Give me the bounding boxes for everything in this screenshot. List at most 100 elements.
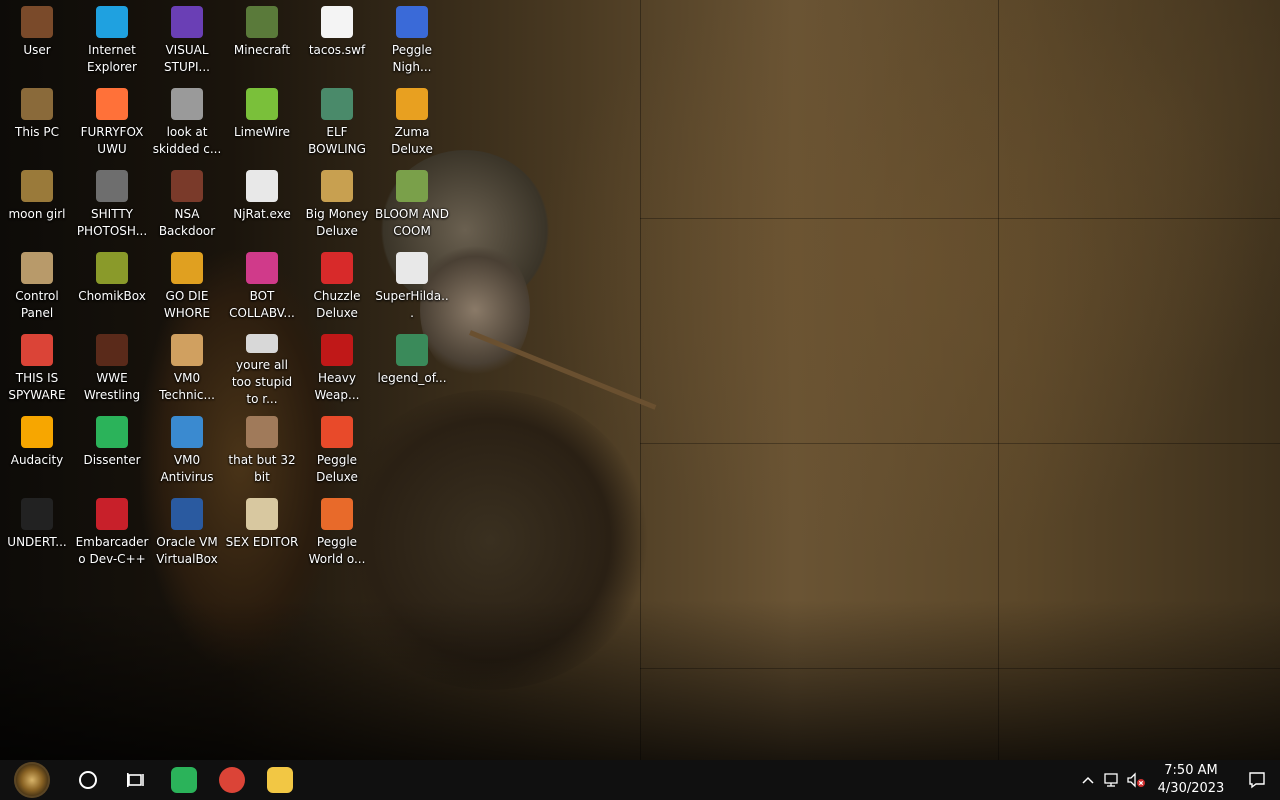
show-hidden-icons-button[interactable] [1076, 760, 1100, 800]
chuzzle-icon [321, 252, 353, 284]
search-circle-icon [79, 771, 97, 789]
shield-icon [171, 416, 203, 448]
network-icon [1104, 773, 1118, 787]
desktop-icon-label: Audacity [10, 453, 64, 467]
desktop-icon[interactable]: Peggle Deluxe [300, 410, 374, 490]
action-center-button[interactable] [1234, 760, 1280, 800]
desktop-icon[interactable]: Internet Explorer [75, 0, 149, 80]
desktop-icon-label: Peggle Deluxe [316, 453, 358, 484]
desktop-icon[interactable]: BOT COLLABV... [225, 246, 299, 326]
desktop-icon[interactable]: NjRat.exe [225, 164, 299, 244]
desktop-icon-label: Chuzzle Deluxe [313, 289, 361, 320]
money-bag-icon [321, 170, 353, 202]
search-button[interactable] [64, 760, 112, 800]
desktop-icon[interactable]: Zuma Deluxe [375, 82, 449, 162]
desktop-icon-label: BLOOM AND COOM [375, 207, 449, 238]
desktop-icon[interactable]: VM0 Antivirus [150, 410, 224, 490]
peggle-icon [321, 416, 353, 448]
taskbar-pin-dissenter[interactable] [160, 760, 208, 800]
desktop-icon[interactable]: legend_of... [375, 328, 449, 408]
desktop-icon[interactable]: Embarcadero Dev-C++ [75, 492, 149, 572]
peggle-world-icon [321, 498, 353, 530]
desktop-icon-label: Heavy Weap... [314, 371, 360, 402]
virtualbox-icon [171, 498, 203, 530]
clock-time: 7:50 AM [1164, 763, 1218, 778]
task-view-icon [127, 773, 144, 787]
painting-icon [246, 416, 278, 448]
desktop-icon-label: Control Panel [15, 289, 59, 320]
desktop-icon[interactable]: Audacity [0, 410, 74, 490]
desktop-icon[interactable]: Oracle VM VirtualBox [150, 492, 224, 572]
volume-button[interactable] [1124, 760, 1148, 800]
desktop-icon[interactable]: VISUAL STUPI... [150, 0, 224, 80]
start-button[interactable] [0, 760, 64, 800]
desktop-icon[interactable]: that but 32 bit [225, 410, 299, 490]
portrait-icon [246, 334, 278, 353]
desktop-icon-label: User [23, 43, 51, 57]
desktop-icon[interactable]: Chuzzle Deluxe [300, 246, 374, 326]
bloom-icon [396, 170, 428, 202]
desktop-icon[interactable]: youre all too stupid to r... [225, 328, 299, 408]
desktop-icon-label: that but 32 bit [228, 453, 296, 484]
desktop-icon-label: Embarcadero Dev-C++ [75, 535, 149, 566]
desktop-icon-label: ChomikBox [78, 289, 146, 303]
taskbar-pin-chrome[interactable] [208, 760, 256, 800]
desktop-icon[interactable]: SHITTY PHOTOSH... [75, 164, 149, 244]
desktop-icon-label: Zuma Deluxe [391, 125, 433, 156]
taskbar-pin-file-explorer[interactable] [256, 760, 304, 800]
desktop-icon[interactable]: This PC [0, 82, 74, 162]
desktop-icon-label: VM0 Technic... [159, 371, 215, 402]
desktop-icon[interactable]: Peggle World o... [300, 492, 374, 572]
desktop-icon[interactable]: Peggle Nigh... [375, 0, 449, 80]
desktop-icon[interactable]: User [0, 0, 74, 80]
elf-bowling-icon [321, 88, 353, 120]
control-panel-icon [21, 252, 53, 284]
desktop-icon[interactable]: Minecraft [225, 0, 299, 80]
desktop-icon-label: NjRat.exe [233, 207, 291, 221]
dissenter-icon [171, 767, 197, 793]
desktop-icon[interactable]: NSA Backdoor [150, 164, 224, 244]
desktop-icon-label: SEX EDITOR [225, 535, 299, 549]
volume-muted-icon [1127, 772, 1145, 788]
desktop-icon[interactable]: LimeWire [225, 82, 299, 162]
desktop-icon-label: GO DIE WHORE [163, 289, 211, 320]
desktop-icon[interactable]: Dissenter [75, 410, 149, 490]
superhilda-icon [396, 252, 428, 284]
desktop-icon[interactable]: VM0 Technic... [150, 328, 224, 408]
desktop-icon-label: Internet Explorer [87, 43, 137, 74]
desktop-icon[interactable]: ELF BOWLING [300, 82, 374, 162]
desktop-icon[interactable]: Big Money Deluxe [300, 164, 374, 244]
dissenter-icon [96, 416, 128, 448]
peggle-nights-icon [396, 6, 428, 38]
network-button[interactable] [1100, 760, 1124, 800]
desktop-icon[interactable]: BLOOM AND COOM [375, 164, 449, 244]
desktop-icon[interactable]: look at skidded c... [150, 82, 224, 162]
task-view-button[interactable] [112, 760, 160, 800]
desktop-icon[interactable]: Heavy Weap... [300, 328, 374, 408]
desktop-icon[interactable]: UNDERT... [0, 492, 74, 572]
desktop-icon-label: legend_of... [377, 371, 447, 385]
firefox-icon [96, 88, 128, 120]
user-folder-icon [21, 6, 53, 38]
desktop-icon[interactable]: SuperHilda... [375, 246, 449, 326]
desktop-icon[interactable]: THIS IS SPYWARE [0, 328, 74, 408]
desktop-icon[interactable]: GO DIE WHORE [150, 246, 224, 326]
desktop-icon[interactable]: WWE Wrestling [75, 328, 149, 408]
desktop-icon-label: Dissenter [83, 453, 141, 467]
desktop-icon[interactable]: FURRYFOX UWU [75, 82, 149, 162]
desktop-icon-label: This PC [15, 125, 59, 139]
skull-icon [246, 170, 278, 202]
chevron-up-icon [1082, 776, 1094, 784]
clock-button[interactable]: 7:50 AM 4/30/2023 [1148, 762, 1234, 798]
desktop-icon[interactable]: ChomikBox [75, 246, 149, 326]
desktop-icon-label: VISUAL STUPI... [164, 43, 210, 74]
xd-icon [246, 498, 278, 530]
legend-icon [396, 334, 428, 366]
desktop-icon-label: moon girl [8, 207, 66, 221]
desktop-icon[interactable]: moon girl [0, 164, 74, 244]
desktop-icon-label: youre all too stupid to r... [231, 358, 293, 406]
desktop-icon[interactable]: Control Panel [0, 246, 74, 326]
desktop-icon-label: BOT COLLABV... [229, 289, 295, 320]
desktop-icon[interactable]: SEX EDITOR [225, 492, 299, 572]
desktop-icon[interactable]: tacos.swf [300, 0, 374, 80]
